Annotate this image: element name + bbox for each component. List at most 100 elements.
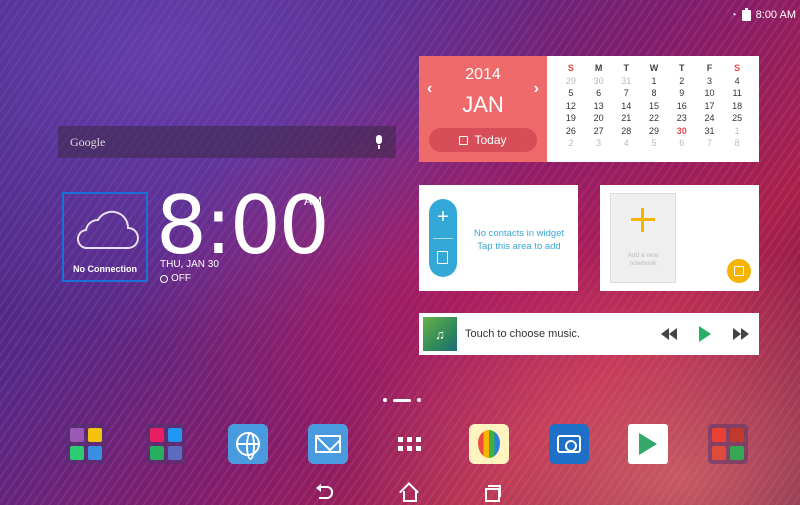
grid-dot	[406, 437, 412, 442]
calendar-day[interactable]: 1	[640, 75, 668, 88]
edit-contacts-icon[interactable]	[437, 251, 448, 264]
pill-divider	[433, 238, 453, 239]
calendar-day[interactable]: 27	[585, 125, 613, 138]
back-icon[interactable]	[316, 484, 336, 500]
calendar-day[interactable]: 13	[585, 100, 613, 113]
calendar-day[interactable]: 16	[668, 100, 696, 113]
notebook-widget[interactable]: Add a new notebook	[600, 185, 759, 291]
calendar-day[interactable]: 5	[640, 137, 668, 150]
camera-app-icon[interactable]	[549, 424, 589, 464]
calendar-day[interactable]: 8	[723, 137, 751, 150]
calendar-day[interactable]: 26	[557, 125, 585, 138]
add-notebook-card[interactable]: Add a new notebook	[610, 193, 676, 283]
alarm-icon	[160, 274, 168, 283]
music-prompt[interactable]: Touch to choose music.	[465, 328, 651, 340]
play-icon	[699, 326, 711, 342]
calendar-day[interactable]: 19	[557, 112, 585, 125]
page-dot	[383, 398, 387, 402]
mini-app-icon	[168, 428, 182, 442]
calendar-day[interactable]: 24	[696, 112, 724, 125]
calendar-day[interactable]: 25	[723, 112, 751, 125]
calendar-day[interactable]: 3	[585, 137, 613, 150]
contacts-line-2: Tap this area to add	[477, 241, 561, 252]
calendar-day[interactable]: 2	[668, 75, 696, 88]
calendar-day[interactable]: 7	[696, 137, 724, 150]
weekday-header: T	[623, 63, 630, 73]
calendar-day[interactable]: 31	[612, 75, 640, 88]
calendar-day[interactable]: 5	[557, 87, 585, 100]
grid-dot	[406, 446, 412, 451]
app-folder-1-icon[interactable]	[66, 424, 106, 464]
today-button[interactable]: Today	[429, 128, 537, 152]
previous-track-button[interactable]	[651, 328, 687, 340]
mini-app-icon	[70, 428, 84, 442]
calendar-year: 2014	[465, 66, 501, 83]
all-apps-icon[interactable]	[389, 424, 429, 464]
email-icon[interactable]	[308, 424, 348, 464]
status-bar: ◔ 8:00 AM	[731, 6, 796, 24]
add-notebook-label: Add a new notebook	[615, 252, 671, 268]
clock-widget[interactable]: 8:00 AM THU, JAN 30 OFF	[156, 186, 330, 285]
calendar-day[interactable]: 30	[585, 75, 613, 88]
mini-app-icon	[168, 446, 182, 460]
add-notebook-line-1: Add a new	[627, 252, 659, 259]
gallery-icon[interactable]	[469, 424, 509, 464]
clock-ampm: AM	[304, 194, 322, 208]
calendar-day[interactable]: 18	[723, 100, 751, 113]
play-button[interactable]	[687, 326, 723, 342]
calendar-day[interactable]: 29	[557, 75, 585, 88]
calendar-day[interactable]: 23	[668, 112, 696, 125]
google-search-bar[interactable]: Google	[58, 126, 396, 158]
calendar-day[interactable]: 2	[557, 137, 585, 150]
calendar-day[interactable]: 20	[585, 112, 613, 125]
mic-icon[interactable]	[374, 135, 384, 149]
calendar-day[interactable]: 4	[723, 75, 751, 88]
mini-app-icon	[88, 428, 102, 442]
home-icon[interactable]	[398, 484, 418, 502]
calendar-week-row: 26 27 28 29 30 31 1	[557, 125, 751, 138]
next-track-button[interactable]	[723, 328, 759, 340]
calendar-day[interactable]: 10	[696, 87, 724, 100]
google-folder-icon[interactable]	[708, 424, 748, 464]
page-dot	[417, 398, 421, 402]
next-month-button[interactable]: ›	[534, 80, 539, 98]
mini-app-icon	[70, 446, 84, 460]
calendar-day-today[interactable]: 30	[668, 125, 696, 138]
music-widget[interactable]: ♫ Touch to choose music.	[419, 313, 759, 355]
browser-icon[interactable]	[228, 424, 268, 464]
calendar-day[interactable]: 3	[696, 75, 724, 88]
add-contact-icon[interactable]: +	[429, 203, 457, 233]
calendar-day[interactable]: 28	[612, 125, 640, 138]
calendar-day[interactable]: 12	[557, 100, 585, 113]
weekday-header: T	[678, 63, 685, 73]
weather-status: No Connection	[73, 264, 137, 274]
calendar-week-row: 5 6 7 8 9 10 11	[557, 87, 751, 100]
fast-forward-icon	[733, 328, 741, 340]
calendar-day[interactable]: 17	[696, 100, 724, 113]
calendar-day[interactable]: 7	[612, 87, 640, 100]
mini-app-icon	[712, 428, 726, 442]
fast-forward-icon	[741, 328, 749, 340]
mini-app-icon	[150, 428, 164, 442]
calendar-day[interactable]: 6	[585, 87, 613, 100]
calendar-day[interactable]: 22	[640, 112, 668, 125]
album-art: ♫	[423, 317, 457, 351]
weather-widget[interactable]: No Connection	[62, 192, 148, 282]
calendar-day[interactable]: 8	[640, 87, 668, 100]
calendar-day[interactable]: 14	[612, 100, 640, 113]
recent-apps-icon[interactable]	[480, 484, 501, 502]
calendar-day[interactable]: 15	[640, 100, 668, 113]
contacts-empty-message[interactable]: No contacts in widget Tap this area to a…	[463, 227, 575, 253]
contacts-widget[interactable]: + No contacts in widget Tap this area to…	[419, 185, 578, 291]
calendar-day[interactable]: 11	[723, 87, 751, 100]
app-folder-2-icon[interactable]	[146, 424, 186, 464]
notebook-open-button[interactable]	[727, 259, 751, 283]
calendar-day[interactable]: 1	[723, 125, 751, 138]
calendar-day[interactable]: 4	[612, 137, 640, 150]
calendar-day[interactable]: 6	[668, 137, 696, 150]
calendar-day[interactable]: 9	[668, 87, 696, 100]
calendar-day[interactable]: 21	[612, 112, 640, 125]
play-store-icon[interactable]	[628, 424, 668, 464]
calendar-day[interactable]: 29	[640, 125, 668, 138]
calendar-day[interactable]: 31	[696, 125, 724, 138]
